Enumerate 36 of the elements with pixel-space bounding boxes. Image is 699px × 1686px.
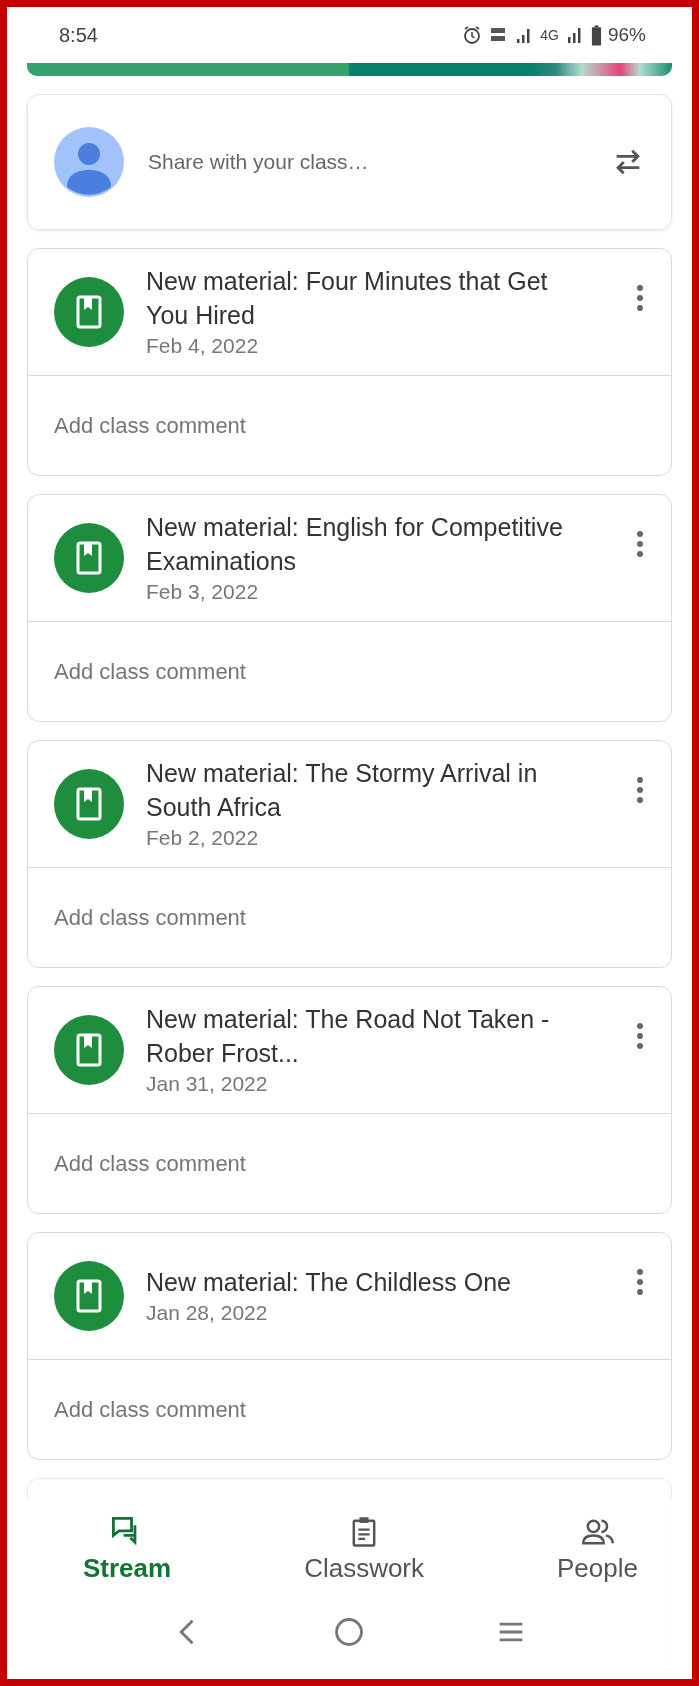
post-title[interactable]: New material: The Childless One — [146, 1265, 511, 1299]
material-icon — [54, 1015, 124, 1085]
more-options-icon[interactable] — [635, 283, 645, 313]
post-title[interactable]: New material: English for Competitive Examinations — [146, 510, 566, 578]
post-date: Feb 3, 2022 — [146, 579, 259, 605]
post-date: Feb 4, 2022 — [146, 333, 259, 359]
avatar-icon — [54, 127, 124, 197]
battery-level: 96% — [607, 24, 646, 46]
more-options-icon[interactable] — [635, 529, 645, 559]
network-type: 4G — [540, 27, 559, 43]
post-date: Jan 28, 2022 — [146, 1300, 268, 1326]
post-title[interactable]: New material: Four Minutes that Get You Hired — [146, 264, 566, 332]
status-time: 8:54 — [59, 23, 98, 47]
add-comment-link[interactable]: Add class comment — [54, 658, 246, 685]
add-comment-link[interactable]: Add class comment — [54, 1150, 246, 1177]
more-options-icon[interactable] — [635, 775, 645, 805]
material-icon — [54, 523, 124, 593]
battery-icon — [590, 24, 602, 46]
nav-tab[interactable]: Stream — [77, 1510, 178, 1588]
material-icon — [54, 769, 124, 839]
nav-tab[interactable]: Classwork — [298, 1510, 431, 1588]
material-icon — [54, 277, 124, 347]
post-title[interactable]: New material: The Stormy Arrival in South Africa — [146, 756, 566, 824]
alarm-icon — [462, 25, 483, 45]
composer-card[interactable]: Share with your class… — [27, 94, 672, 230]
nav-tab[interactable]: People — [551, 1510, 644, 1588]
add-comment-link[interactable]: Add class comment — [54, 904, 246, 931]
post-date: Feb 2, 2022 — [146, 825, 259, 851]
add-comment-link[interactable]: Add class comment — [54, 412, 246, 439]
share-placeholder[interactable]: Share with your class… — [148, 150, 611, 174]
material-icon — [54, 1261, 124, 1331]
more-options-icon[interactable] — [635, 1267, 645, 1297]
more-options-icon[interactable] — [635, 1021, 645, 1051]
post-date: Jan 31, 2022 — [146, 1071, 268, 1097]
post-title[interactable]: New material: The Road Not Taken -Rober Frost... — [146, 1002, 566, 1070]
add-comment-link[interactable]: Add class comment — [54, 1396, 246, 1423]
